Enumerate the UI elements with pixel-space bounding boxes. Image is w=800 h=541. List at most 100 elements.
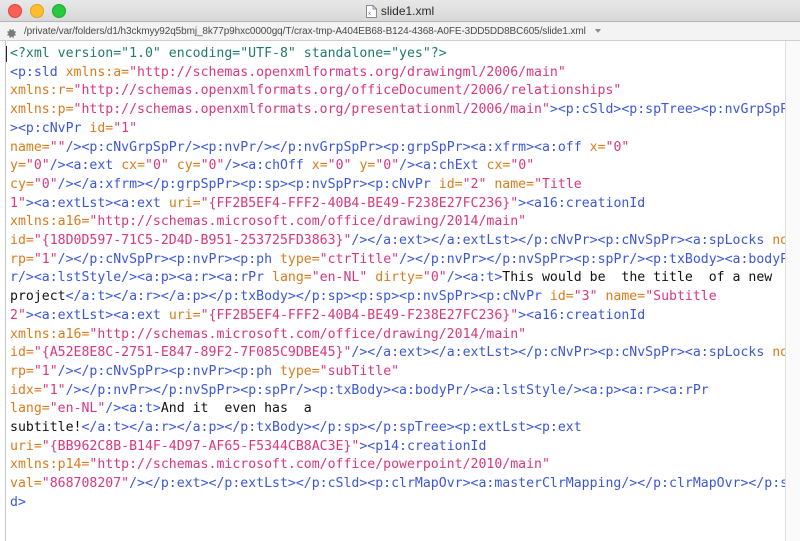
chevron-down-icon[interactable] — [594, 29, 601, 33]
xml-token-val: "http://schemas.microsoft.com/office/dra… — [89, 326, 527, 342]
xml-token-val: "1" — [33, 363, 58, 379]
xml-token-val: "0" — [510, 158, 535, 174]
xml-token-attr: xmlns:p14= — [10, 457, 90, 473]
xml-token-val: "{FF2B5EF4-FFF2-40B4-BE49-F238E27FC236}" — [200, 195, 519, 211]
xml-token-tag: /></p:nvPr></p:nvSpPr><p:spPr/><p:txBody… — [65, 382, 709, 398]
xml-token-val: "{FF2B5EF4-FFF2-40B4-BE49-F238E27FC236}" — [200, 307, 519, 323]
xml-token-attr: uri= — [168, 307, 201, 323]
xml-token-tag: ><p14:creationId — [359, 438, 487, 454]
xml-token-attr: y= — [359, 158, 376, 174]
vertical-scrollbar[interactable] — [785, 41, 800, 541]
xml-token-val: "{A52E8E8C-2751-E847-89F2-7F085C9DBE45}" — [33, 345, 352, 361]
xml-token-attr: lang= — [272, 270, 312, 286]
xml-token-attr: cy= — [176, 158, 201, 174]
xml-token-attr: dirty= — [375, 270, 423, 286]
file-path-bar[interactable]: /private/var/folders/d1/h3ckmyy92q5bmj_8… — [0, 22, 800, 41]
xml-token-attr: lang= — [10, 401, 50, 417]
xml-token-val: "" — [49, 139, 66, 155]
xml-token-tag: /><p:cNvGrpSpPr/><p:nvPr/></p:nvGrpSpPr>… — [65, 139, 590, 155]
xml-token-pi: <?xml version="1.0" encoding="UTF-8" sta… — [10, 46, 447, 61]
xml-token-attr: uri= — [10, 438, 42, 454]
xml-token-val: "{BB962C8B-B14F-4D97-AF65-F5344CB8AC3E}" — [41, 438, 360, 454]
xml-token-tag: /><a:chOff — [224, 158, 312, 174]
xml-token-val: "ctrTitle" — [319, 251, 400, 267]
xml-token-attr: x= — [311, 158, 328, 174]
xml-token-attr: uri= — [168, 195, 201, 211]
xml-token-tag: /><a:chExt — [399, 158, 487, 174]
xml-document-icon: x — [365, 4, 377, 18]
window-controls — [0, 3, 66, 18]
xml-token-attr: cx= — [486, 158, 511, 174]
xml-token-attr: name= — [605, 289, 646, 305]
xml-token-val: "http://schemas.microsoft.com/office/pow… — [89, 457, 550, 473]
xml-token-val: "0" — [327, 158, 360, 174]
xml-token-val: "0" — [145, 158, 177, 174]
xml-token-val: "0" — [375, 158, 400, 174]
xml-token-tag: </a:t></a:r></a:p></p:txBody></p:sp></p:… — [81, 420, 582, 436]
xml-token-tag: ><a16:creationId — [518, 307, 646, 323]
xml-token-tag: /></a:xfrm></p:grpSpPr><p:sp><p:nvSpPr><… — [57, 176, 439, 192]
xml-token-val: "0" — [33, 176, 58, 192]
file-path-text: /private/var/folders/d1/h3ckmyy92q5bmj_8… — [24, 25, 586, 37]
close-window-button[interactable] — [8, 3, 22, 18]
xml-token-val: "http://schemas.openxmlformats.org/offic… — [73, 83, 622, 99]
xml-token-val: "2" — [462, 176, 495, 192]
xml-token-val: "0" — [200, 158, 225, 174]
xml-token-val: "en-NL" — [49, 401, 106, 417]
xml-token-val: "0" — [422, 270, 447, 286]
minimize-window-button[interactable] — [30, 3, 44, 18]
xml-token-attr: id= — [549, 289, 574, 305]
xml-token-tag: ><a:extLst><a:ext — [25, 307, 169, 323]
xml-source-code[interactable]: <?xml version="1.0" encoding="UTF-8" sta… — [6, 41, 800, 541]
xml-token-val: "0" — [605, 139, 630, 155]
xml-token-attr: xmlns:r= — [10, 83, 74, 99]
xml-token-attr: val= — [10, 476, 42, 492]
xml-token-val: "3" — [573, 289, 606, 305]
xml-token-attr: xmlns:p= — [10, 102, 74, 118]
xml-token-val: "http://schemas.openxmlformats.org/prese… — [73, 102, 550, 118]
xml-token-attr: id= — [10, 345, 34, 361]
xml-token-val: "868708207" — [41, 476, 130, 492]
xml-token-attr: y= — [10, 158, 26, 174]
xml-token-tag: /></a:ext></a:extLst></p:cNvPr><p:cNvSpP… — [351, 233, 773, 249]
xml-token-val: "http://schemas.microsoft.com/office/dra… — [89, 214, 527, 230]
xml-token-tag: <p:sld — [10, 64, 66, 80]
xml-viewer-window: x slide1.xml /private/var/folders/d1/h3c… — [0, 0, 800, 541]
window-titlebar: x slide1.xml — [0, 0, 800, 22]
xml-token-tag: /><a:ext — [49, 158, 122, 174]
xml-token-attr: id= — [10, 233, 34, 249]
xml-token-attr: cx= — [121, 158, 146, 174]
xml-token-attr: type= — [279, 251, 320, 267]
xml-token-attr: id= — [438, 176, 463, 192]
window-title: slide1.xml — [380, 3, 435, 18]
maximize-window-button[interactable] — [52, 3, 66, 18]
xml-token-val: "0" — [25, 158, 50, 174]
xml-token-attr: x= — [589, 139, 606, 155]
xml-token-val: "1" — [41, 382, 66, 398]
xml-token-tag: ><a16:creationId — [518, 195, 646, 211]
xml-content-area[interactable]: <?xml version="1.0" encoding="UTF-8" sta… — [0, 41, 800, 541]
xml-token-val: "http://schemas.openxmlformats.org/drawi… — [129, 64, 566, 80]
xml-token-attr: type= — [279, 363, 320, 379]
xml-token-attr: id= — [89, 120, 114, 136]
xml-token-val: "en-NL" — [311, 270, 376, 286]
text-caret — [6, 46, 7, 62]
xml-token-tag: </a:t></a:r></a:p></p:txBody></p:sp><p:s… — [65, 289, 550, 305]
xml-token-tag: /></p:cNvSpPr><p:nvPr><p:ph — [57, 251, 280, 267]
svg-text:x: x — [368, 11, 371, 17]
xml-token-attr: cy= — [10, 176, 34, 192]
xml-token-tag: /></a:ext></a:extLst></p:cNvPr><p:cNvSpP… — [351, 345, 773, 361]
gear-icon[interactable] — [6, 26, 17, 38]
xml-token-tag: /><a:t> — [446, 270, 503, 286]
xml-token-attr: name= — [10, 139, 50, 155]
xml-token-val: "{18D0D597-71C5-2D4D-B951-253725FD3863}" — [33, 233, 352, 249]
xml-token-attr: xmlns:a= — [65, 64, 130, 80]
xml-token-attr: xmlns:a16= — [10, 214, 90, 230]
xml-token-attr: name= — [494, 176, 535, 192]
xml-token-val: "1" — [33, 251, 58, 267]
xml-token-attr: idx= — [10, 382, 42, 398]
xml-token-tag: /></p:cNvSpPr><p:nvPr><p:ph — [57, 363, 280, 379]
window-title-group: x slide1.xml — [0, 0, 800, 22]
xml-token-val: "subTitle" — [319, 363, 400, 379]
xml-token-attr: xmlns:a16= — [10, 326, 90, 342]
